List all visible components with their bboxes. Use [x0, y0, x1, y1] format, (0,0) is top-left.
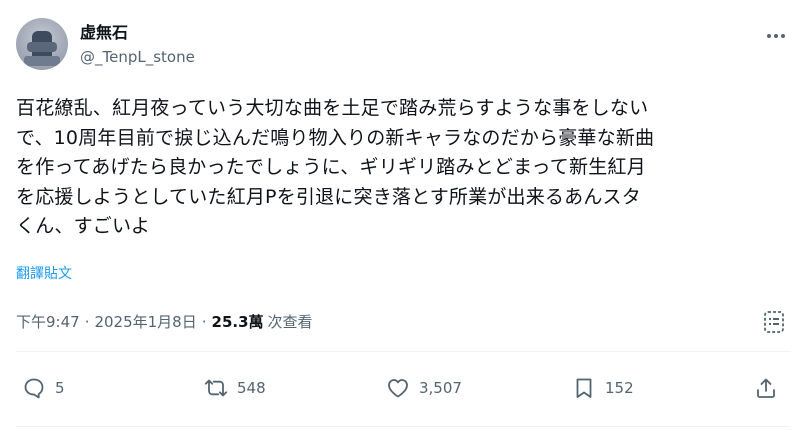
reply-button[interactable]: 5 [22, 372, 65, 404]
divider [16, 426, 791, 427]
views-count: 25.3萬 [211, 313, 264, 331]
tweet-line: を応援しようとしていた紅月Pを引退に突き落とす所業が出来るあんスタ [16, 185, 641, 208]
share-icon [757, 378, 775, 398]
bookmark-count: 152 [605, 379, 634, 397]
reply-icon [24, 378, 44, 399]
tweet-line: くん、すごいよ [16, 215, 151, 237]
like-button[interactable]: 3,507 [386, 372, 462, 404]
like-count: 3,507 [419, 379, 462, 397]
more-icon[interactable] [761, 24, 791, 48]
bookmark-icon [576, 378, 592, 398]
tweet-text: 百花繚乱、紅月夜っていう大切な曲を土足で踏み荒らすような事をしない で、10周年… [16, 94, 796, 242]
tweet-header: 虚無石 @_TenpL_stone [16, 18, 791, 76]
heart-icon [388, 379, 408, 398]
retweet-button[interactable]: 548 [204, 372, 266, 404]
tweet-line: 百花繚乱、紅月夜っていう大切な曲を土足で踏み荒らすような事をしない [16, 97, 649, 119]
retweet-count: 548 [237, 379, 266, 397]
display-name[interactable]: 虚無石 [80, 23, 195, 43]
author-info: 虚無石 @_TenpL_stone [80, 23, 195, 67]
action-bar: 5 548 3,507 152 [16, 372, 791, 404]
tweet-date[interactable]: 2025年1月8日 [94, 311, 196, 332]
bookmark-button[interactable]: 152 [572, 372, 634, 404]
tweet-line: で、10周年目前で捩じ込んだ鳴り物入りの新キャラなのだから豪華な新曲 [16, 126, 655, 149]
tweet-line: を作ってあげたら良かったでしょうに、ギリギリ踏みとどまって新生紅月 [16, 156, 646, 178]
translate-link[interactable]: 翻譯貼文 [16, 263, 72, 283]
tweet-time[interactable]: 下午9:47 [16, 311, 80, 332]
avatar[interactable] [16, 18, 68, 70]
views-label: 次查看 [267, 313, 313, 331]
stats-icon[interactable] [763, 309, 785, 335]
tweet-meta: 下午9:47 · 2025年1月8日 · 25.3萬 次查看 [16, 311, 313, 332]
retweet-icon [204, 379, 228, 397]
user-handle[interactable]: @_TenpL_stone [80, 47, 195, 67]
share-button[interactable] [754, 372, 778, 404]
divider [16, 351, 791, 352]
reply-count: 5 [55, 379, 65, 397]
